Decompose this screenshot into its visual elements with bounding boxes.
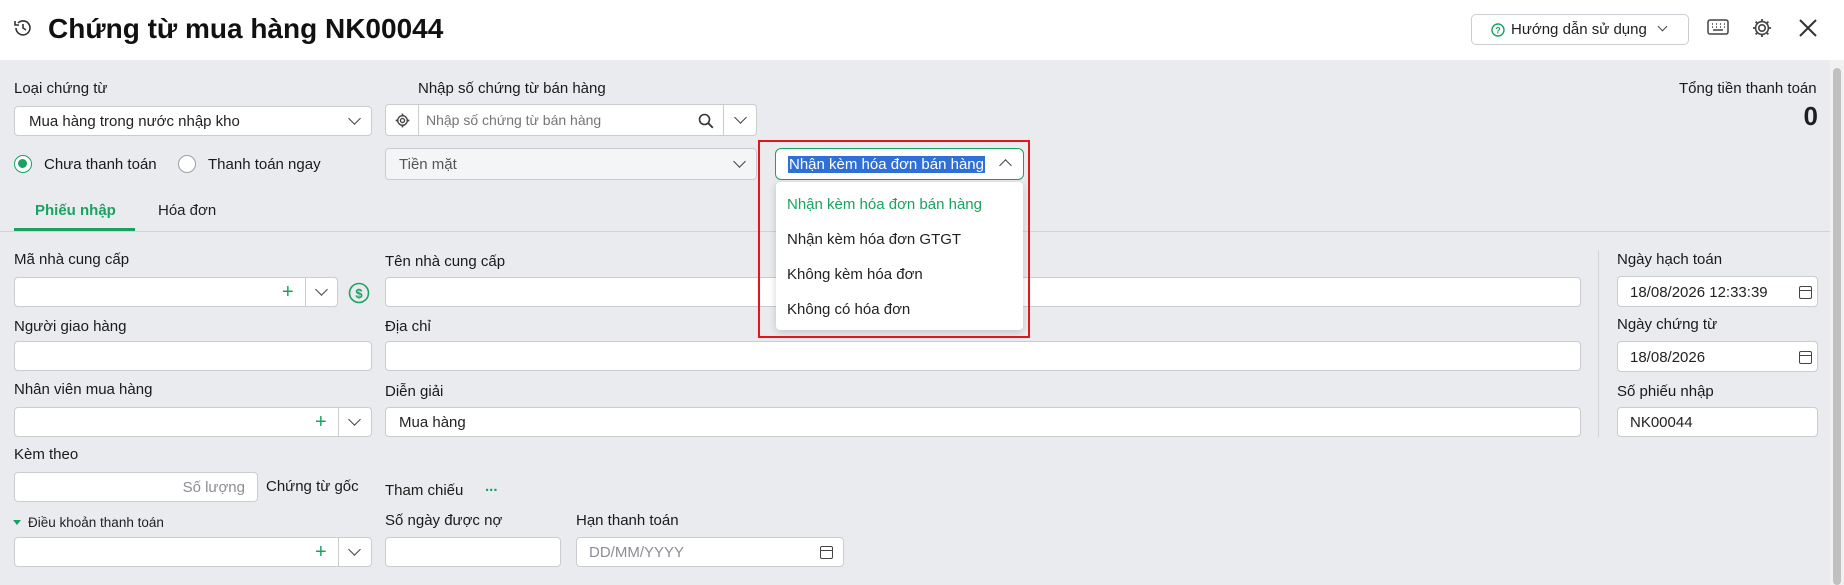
header-bar: Chứng từ mua hàng NK00044 ? Hướng dẫn sử…: [0, 0, 1844, 60]
description-field[interactable]: Mua hàng: [385, 407, 1581, 437]
question-icon: ?: [1491, 23, 1505, 37]
sales-doc-input[interactable]: [426, 109, 666, 131]
address-label: Địa chỉ: [385, 318, 431, 335]
caret-down-icon[interactable]: [13, 520, 21, 525]
tab-invoice[interactable]: Hóa đơn: [158, 202, 216, 219]
receipt-no-field[interactable]: NK00044: [1617, 407, 1818, 437]
page-title: Chứng từ mua hàng NK00044: [48, 13, 444, 44]
voucher-type-select[interactable]: Mua hàng trong nước nhập kho: [14, 106, 372, 136]
receipt-no-label: Số phiếu nhập: [1617, 383, 1714, 400]
unpaid-label: Chưa thanh toán: [44, 156, 157, 173]
chevron-down-icon[interactable]: [348, 413, 361, 426]
deliverer-label: Người giao hàng: [14, 318, 127, 335]
payment-method-value: Tiền mặt: [399, 156, 457, 173]
tab-receipt[interactable]: Phiếu nhập: [35, 202, 116, 219]
total-label: Tổng tiền thanh toán: [1679, 80, 1817, 97]
highlight-box: [758, 140, 1030, 338]
original-doc-label: Chứng từ gốc: [266, 478, 359, 495]
settings-icon[interactable]: [395, 113, 410, 128]
doc-date-label: Ngày chứng từ: [1617, 316, 1718, 333]
purchaser-field[interactable]: +: [14, 407, 372, 437]
supplier-code-label: Mã nhà cung cấp: [14, 251, 130, 268]
payment-method-select[interactable]: Tiền mặt: [385, 148, 757, 180]
posting-date-value: 18/08/2026 12:33:39: [1630, 284, 1768, 301]
svg-text:?: ?: [1495, 26, 1501, 36]
sales-doc-search: [385, 104, 757, 136]
chevron-down-icon: [733, 155, 746, 168]
gear-icon[interactable]: [1751, 17, 1773, 39]
scrollbar[interactable]: [1830, 60, 1844, 585]
add-icon[interactable]: +: [315, 539, 327, 565]
payment-terms-field[interactable]: +: [14, 537, 372, 567]
column-divider: [1598, 250, 1599, 437]
pay-now-radio[interactable]: [178, 155, 196, 173]
receipt-no-value: NK00044: [1630, 414, 1693, 431]
chevron-down-icon: [1657, 21, 1668, 32]
voucher-type-value: Mua hàng trong nước nhập kho: [29, 113, 240, 130]
sales-doc-label: Nhập số chứng từ bán hàng: [418, 80, 606, 97]
help-button[interactable]: ? Hướng dẫn sử dụng: [1471, 14, 1689, 45]
supplier-name-label: Tên nhà cung cấp: [385, 253, 506, 270]
svg-text:$: $: [355, 286, 363, 301]
posting-date-label: Ngày hạch toán: [1617, 251, 1723, 268]
calendar-icon[interactable]: [1799, 351, 1812, 364]
credit-days-label: Số ngày được nợ: [385, 512, 503, 529]
quantity-placeholder: Số lượng: [182, 479, 245, 496]
doc-date-field[interactable]: 18/08/2026: [1617, 341, 1818, 372]
due-date-label: Hạn thanh toán: [576, 512, 679, 529]
close-icon[interactable]: [1797, 17, 1819, 39]
reference-more-button[interactable]: ...: [485, 478, 498, 495]
history-icon[interactable]: [12, 17, 34, 39]
add-icon[interactable]: +: [282, 279, 294, 305]
chevron-down-icon[interactable]: [348, 543, 361, 556]
attached-label: Kèm theo: [14, 446, 79, 463]
voucher-type-label: Loại chứng từ: [14, 80, 108, 97]
description-value: Mua hàng: [399, 414, 466, 431]
search-icon[interactable]: [698, 113, 714, 129]
total-value: 0: [1803, 101, 1818, 131]
doc-date-value: 18/08/2026: [1630, 349, 1706, 366]
chevron-down-icon: [348, 112, 361, 125]
credit-days-field[interactable]: [385, 537, 561, 567]
chevron-down-icon[interactable]: [734, 111, 747, 124]
chevron-down-icon[interactable]: [315, 283, 328, 296]
scrollbar-thumb[interactable]: [1833, 68, 1841, 585]
pay-now-label: Thanh toán ngay: [208, 156, 321, 173]
address-field[interactable]: [385, 341, 1581, 371]
deliverer-field[interactable]: [14, 341, 372, 371]
quantity-field[interactable]: Số lượng: [14, 472, 258, 502]
dollar-icon[interactable]: $: [348, 282, 370, 304]
calendar-icon[interactable]: [820, 546, 833, 559]
due-date-field[interactable]: DD/MM/YYYY: [576, 537, 844, 567]
payment-terms-label[interactable]: Điều khoản thanh toán: [28, 515, 164, 530]
posting-date-field[interactable]: 18/08/2026 12:33:39: [1617, 276, 1818, 307]
description-label: Diễn giải: [385, 383, 444, 400]
help-label: Hướng dẫn sử dụng: [1511, 21, 1647, 38]
add-icon[interactable]: +: [315, 409, 327, 435]
calendar-icon[interactable]: [1799, 286, 1812, 299]
unpaid-radio[interactable]: [14, 155, 32, 173]
supplier-code-field[interactable]: +: [14, 277, 338, 307]
purchaser-label: Nhân viên mua hàng: [14, 381, 153, 398]
reference-label: Tham chiếu: [385, 482, 464, 499]
due-date-placeholder: DD/MM/YYYY: [589, 544, 685, 561]
keyboard-icon[interactable]: [1707, 19, 1729, 35]
